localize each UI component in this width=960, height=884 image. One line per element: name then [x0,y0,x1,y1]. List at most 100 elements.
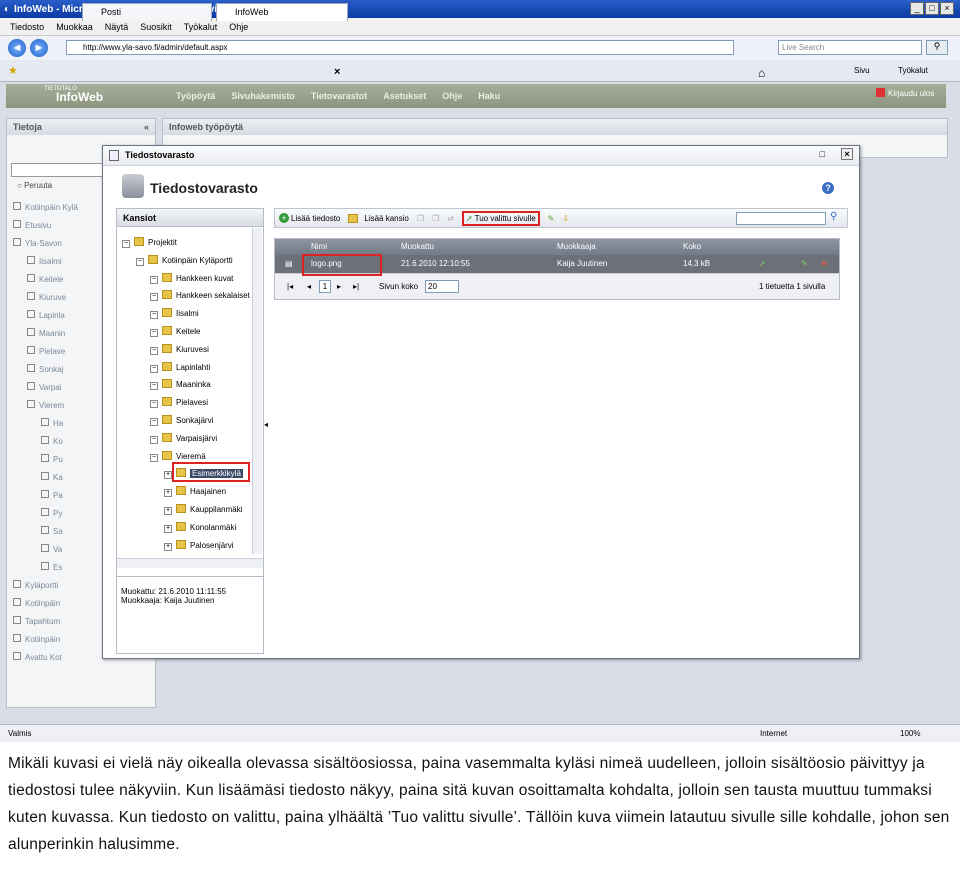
folder-tree-item[interactable]: + Konolanmäki [164,520,236,535]
checkbox-icon[interactable] [13,598,21,606]
close-button[interactable]: × [940,2,954,15]
checkbox-icon[interactable] [41,436,49,444]
menu-favorites[interactable]: Suosikit [140,22,172,32]
expand-icon[interactable]: − [150,311,158,320]
copy-icon[interactable]: ❐ [417,214,424,223]
folder-tree-item[interactable]: − Sonkajärvi [150,413,213,428]
file-search-icon[interactable]: ⚲ [830,211,837,222]
col-modified[interactable]: Muokattu [401,239,434,255]
page-size-select[interactable]: 20 [425,274,459,300]
folder-tree-item[interactable]: − Iisalmi [150,306,199,321]
home-icon[interactable]: ⌂ [758,66,765,80]
checkbox-icon[interactable] [13,202,21,210]
expand-icon[interactable]: − [136,257,144,266]
tools-menu[interactable]: Työkalut [898,66,928,75]
folder-tree-item[interactable]: + Haajainen [164,484,226,499]
tab-posti[interactable]: Posti [82,3,212,21]
tab-infoweb[interactable]: InfoWeb [216,3,348,21]
folders-scrollbar[interactable] [252,228,262,554]
collapse-icon[interactable]: « [144,122,149,132]
row-delete-icon[interactable]: ⊖ [821,255,828,273]
folder-tree-item[interactable]: − Kotiinpäin Kyläportti [136,253,233,268]
col-size[interactable]: Koko [683,239,701,255]
next-page-icon[interactable]: ▸ [337,274,341,300]
back-icon[interactable]: ◄ [8,39,26,57]
nav-tietovarastot[interactable]: Tietovarastot [311,91,367,101]
expand-icon[interactable]: − [150,453,158,462]
checkbox-icon[interactable] [27,256,35,264]
file-search-input[interactable] [736,212,826,225]
checkbox-icon[interactable] [27,364,35,372]
col-editor[interactable]: Muokkaaja [557,239,596,255]
page-number[interactable]: 1 [319,274,331,300]
checkbox-icon[interactable] [27,310,35,318]
checkbox-icon[interactable] [13,580,21,588]
folder-tree-item[interactable]: − Kiuruvesi [150,342,209,357]
folder-tree-item[interactable]: − Keitele [150,324,200,339]
search-icon[interactable]: ⚲ [926,40,948,55]
expand-icon[interactable]: − [150,382,158,391]
expand-icon[interactable]: + [164,471,172,480]
menu-tools[interactable]: Työkalut [184,22,218,32]
checkbox-icon[interactable] [27,400,35,408]
dialog-close-icon[interactable]: × [841,148,853,160]
checkbox-icon[interactable] [13,616,21,624]
dialog-minimize-icon[interactable]: □ [820,149,825,159]
use-on-page-button[interactable]: ➚ Tuo valittu sivulle [461,210,540,226]
folder-tree-item[interactable]: − Hankkeen sekalaiset [150,288,250,303]
folder-tree-item[interactable]: − Lapinlahti [150,360,210,375]
paste-icon[interactable]: ❒ [432,214,439,223]
nav-asetukset[interactable]: Asetukset [383,91,426,101]
expand-icon[interactable]: − [150,400,158,409]
checkbox-icon[interactable] [27,292,35,300]
nav-tyopoyta[interactable]: Työpöytä [176,91,215,101]
add-file-button[interactable]: + Lisää tiedosto [279,213,340,223]
menu-view[interactable]: Näytä [105,22,129,32]
checkbox-icon[interactable] [41,472,49,480]
menu-edit[interactable]: Muokkaa [56,22,93,32]
folder-tree-item[interactable]: − Varpaisjärvi [150,431,217,446]
checkbox-icon[interactable] [27,328,35,336]
expand-icon[interactable]: + [164,524,172,533]
help-icon[interactable]: ? [822,182,834,194]
maximize-button[interactable]: □ [925,2,939,15]
page-menu[interactable]: Sivu [854,66,870,75]
checkbox-icon[interactable] [41,454,49,462]
move-icon[interactable]: ⇄ [447,214,454,223]
expand-icon[interactable]: − [150,275,158,284]
folder-tree-item[interactable]: − Maaninka [150,377,211,392]
checkbox-icon[interactable] [13,220,21,228]
checkbox-icon[interactable] [41,418,49,426]
logout-link[interactable]: Kirjaudu ulos [876,88,934,98]
add-folder-button[interactable]: Lisää kansio [348,213,409,223]
address-input[interactable]: http://www.yla-savo.fi/admin/default.asp… [66,40,734,55]
minimize-button[interactable]: _ [910,2,924,15]
expand-icon[interactable]: − [122,240,130,248]
checkbox-icon[interactable] [41,508,49,516]
nav-ohje[interactable]: Ohje [442,91,462,101]
expand-icon[interactable]: − [150,418,158,426]
rename-icon[interactable]: ✎ [548,214,555,223]
folder-tree-item[interactable]: − Projektit [122,235,177,250]
checkbox-icon[interactable] [41,562,49,570]
close-tab-icon[interactable]: × [334,66,340,78]
live-search-input[interactable]: Live Search [778,40,922,55]
folder-tree-item[interactable]: − Hankkeen kuvat [150,271,233,286]
expand-icon[interactable]: − [150,435,158,444]
folders-hscrollbar[interactable] [117,558,263,568]
checkbox-icon[interactable] [27,274,35,282]
folder-tree-item[interactable]: − Pielavesi [150,395,208,410]
expand-icon[interactable]: − [150,364,158,373]
nav-haku[interactable]: Haku [478,91,500,101]
folder-tree-item[interactable]: + Palosenjärvi [164,538,234,553]
checkbox-icon[interactable] [41,526,49,534]
checkbox-icon[interactable] [41,490,49,498]
menu-file[interactable]: Tiedosto [10,22,44,32]
favorites-star-icon[interactable]: ★ [8,64,18,77]
expand-icon[interactable]: − [150,329,158,337]
splitter-handle-icon[interactable]: ◂ [264,420,272,432]
prev-page-icon[interactable]: ◂ [307,274,311,300]
nav-sivuhakemisto[interactable]: Sivuhakemisto [231,91,295,101]
download-icon[interactable]: ⇩ [562,214,569,223]
folder-tree-item[interactable]: + Kauppilanmäki [164,502,242,517]
